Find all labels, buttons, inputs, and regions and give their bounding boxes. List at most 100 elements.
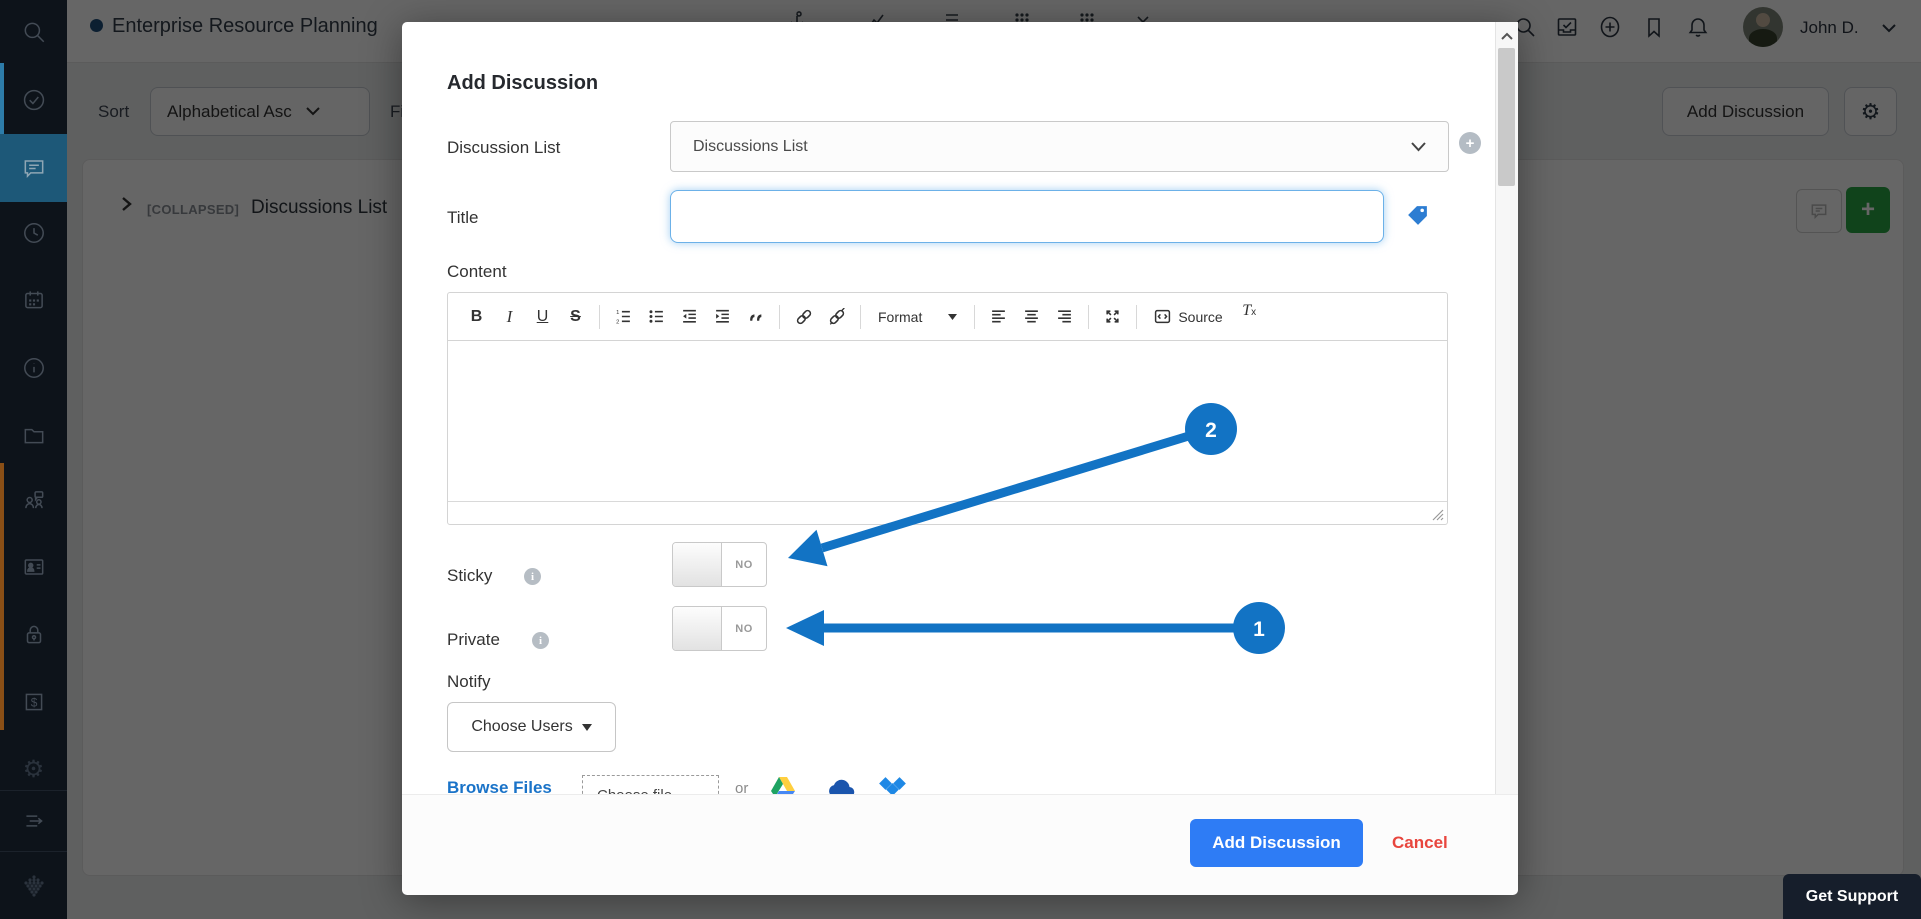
sidebar-item-billing[interactable]: $ — [0, 674, 67, 730]
info-icon — [21, 355, 47, 381]
svg-text:1: 1 — [616, 310, 619, 316]
bulleted-list-button[interactable] — [640, 302, 673, 332]
divider — [779, 305, 780, 329]
underline-button[interactable]: U — [526, 302, 559, 332]
strikethrough-button[interactable]: S — [559, 302, 592, 332]
browse-files-label: Browse Files — [447, 778, 552, 794]
outdent-button[interactable] — [673, 302, 706, 332]
info-glyph: i — [539, 635, 542, 647]
collapse-arrow-icon — [21, 808, 47, 834]
sidebar-item-info[interactable] — [0, 340, 67, 396]
choose-file-button[interactable]: Choose file — [582, 775, 719, 794]
sidebar-item-discussions[interactable] — [0, 134, 67, 202]
divider — [974, 305, 975, 329]
align-left-button[interactable] — [982, 302, 1015, 332]
discussion-list-select[interactable]: Discussions List — [670, 121, 1449, 172]
sticky-info-icon[interactable]: i — [524, 568, 541, 585]
format-dropdown[interactable]: Format — [868, 309, 967, 325]
sticky-label: Sticky — [447, 566, 492, 586]
folder-icon — [21, 422, 47, 448]
sidebar-item-files[interactable] — [0, 407, 67, 463]
caret-down-icon — [582, 724, 592, 731]
title-label: Title — [447, 208, 479, 228]
sticky-toggle-value: NO — [722, 543, 766, 586]
get-support-button[interactable]: Get Support — [1783, 874, 1921, 919]
format-label: Format — [878, 309, 922, 325]
lock-icon — [21, 621, 47, 647]
sidebar-item-teams[interactable] — [0, 472, 67, 528]
blockquote-button[interactable] — [739, 302, 772, 332]
id-card-icon — [21, 554, 47, 580]
resize-grip-icon[interactable] — [1432, 509, 1444, 521]
align-right-button[interactable] — [1048, 302, 1081, 332]
clock-icon — [21, 220, 47, 246]
discussion-list-value: Discussions List — [693, 138, 808, 156]
modal-body: Add Discussion Discussion List Discussio… — [402, 22, 1495, 794]
google-drive-icon[interactable] — [771, 776, 795, 794]
choose-file-label: Choose file — [597, 787, 672, 795]
chat-icon — [21, 155, 47, 181]
sidebar-item-calendar[interactable] — [0, 272, 67, 328]
or-label: or — [735, 780, 748, 794]
indent-button[interactable] — [706, 302, 739, 332]
submit-add-discussion-button[interactable]: Add Discussion — [1190, 819, 1363, 867]
choose-users-button[interactable]: Choose Users — [447, 702, 616, 752]
plus-icon: + — [1466, 135, 1475, 152]
add-discussion-modal: Add Discussion Discussion List Discussio… — [402, 22, 1518, 894]
modal-footer: Add Discussion Cancel — [402, 794, 1518, 895]
private-toggle[interactable]: NO — [672, 606, 767, 651]
divider — [599, 305, 600, 329]
svg-text:$: $ — [30, 696, 37, 710]
discussion-list-label: Discussion List — [447, 138, 560, 158]
scrollbar-thumb[interactable] — [1498, 48, 1515, 186]
content-label: Content — [447, 262, 507, 282]
italic-button[interactable]: I — [493, 302, 526, 332]
choose-users-label: Choose Users — [471, 718, 572, 736]
divider — [0, 790, 67, 791]
add-list-button[interactable]: + — [1459, 132, 1481, 154]
dollar-icon: $ — [21, 689, 47, 715]
screen: Enterprise Resource Planning — [0, 0, 1921, 919]
gear-icon: ⚙ — [23, 758, 45, 782]
divider — [0, 851, 67, 852]
bold-button[interactable]: B — [460, 302, 493, 332]
numbered-list-button[interactable]: 12 — [607, 302, 640, 332]
info-glyph: i — [531, 571, 534, 583]
remove-format-x: x — [1251, 307, 1256, 318]
private-info-icon[interactable]: i — [532, 632, 549, 649]
source-icon — [1154, 308, 1171, 325]
unlink-button[interactable] — [820, 302, 853, 332]
sidebar-item-history[interactable] — [0, 205, 67, 261]
toggle-knob — [673, 607, 722, 650]
sidebar-item-search[interactable] — [0, 4, 67, 60]
align-center-button[interactable] — [1015, 302, 1048, 332]
scroll-up-icon[interactable] — [1501, 32, 1513, 40]
brand-logo — [0, 858, 67, 914]
dropbox-cloud-icon[interactable] — [827, 778, 855, 794]
team-discussion-icon — [21, 487, 47, 513]
svg-text:2: 2 — [616, 319, 619, 325]
link-button[interactable] — [787, 302, 820, 332]
chevron-down-icon — [1411, 142, 1426, 152]
remove-format-button[interactable]: Tx — [1233, 302, 1266, 332]
divider — [1136, 305, 1137, 329]
editor-content-area[interactable] — [448, 341, 1447, 503]
sidebar-item-security[interactable] — [0, 606, 67, 662]
sidebar-item-contacts[interactable] — [0, 539, 67, 595]
private-label: Private — [447, 630, 500, 650]
sidebar: $ ⚙ — [0, 0, 67, 919]
sidebar-collapse-button[interactable] — [0, 793, 67, 849]
title-input[interactable] — [670, 190, 1384, 243]
sticky-toggle[interactable]: NO — [672, 542, 767, 587]
editor-bottom-bar — [448, 501, 1447, 524]
private-toggle-value: NO — [722, 607, 766, 650]
source-label: Source — [1178, 309, 1222, 325]
divider — [860, 305, 861, 329]
source-button[interactable]: Source — [1144, 308, 1232, 325]
onedrive-icon[interactable] — [878, 776, 908, 794]
remove-format-t: T — [1242, 302, 1251, 320]
cancel-button[interactable]: Cancel — [1392, 819, 1448, 867]
maximize-button[interactable] — [1096, 302, 1129, 332]
tag-icon[interactable] — [1405, 203, 1430, 228]
sidebar-item-tasks[interactable] — [0, 72, 67, 128]
